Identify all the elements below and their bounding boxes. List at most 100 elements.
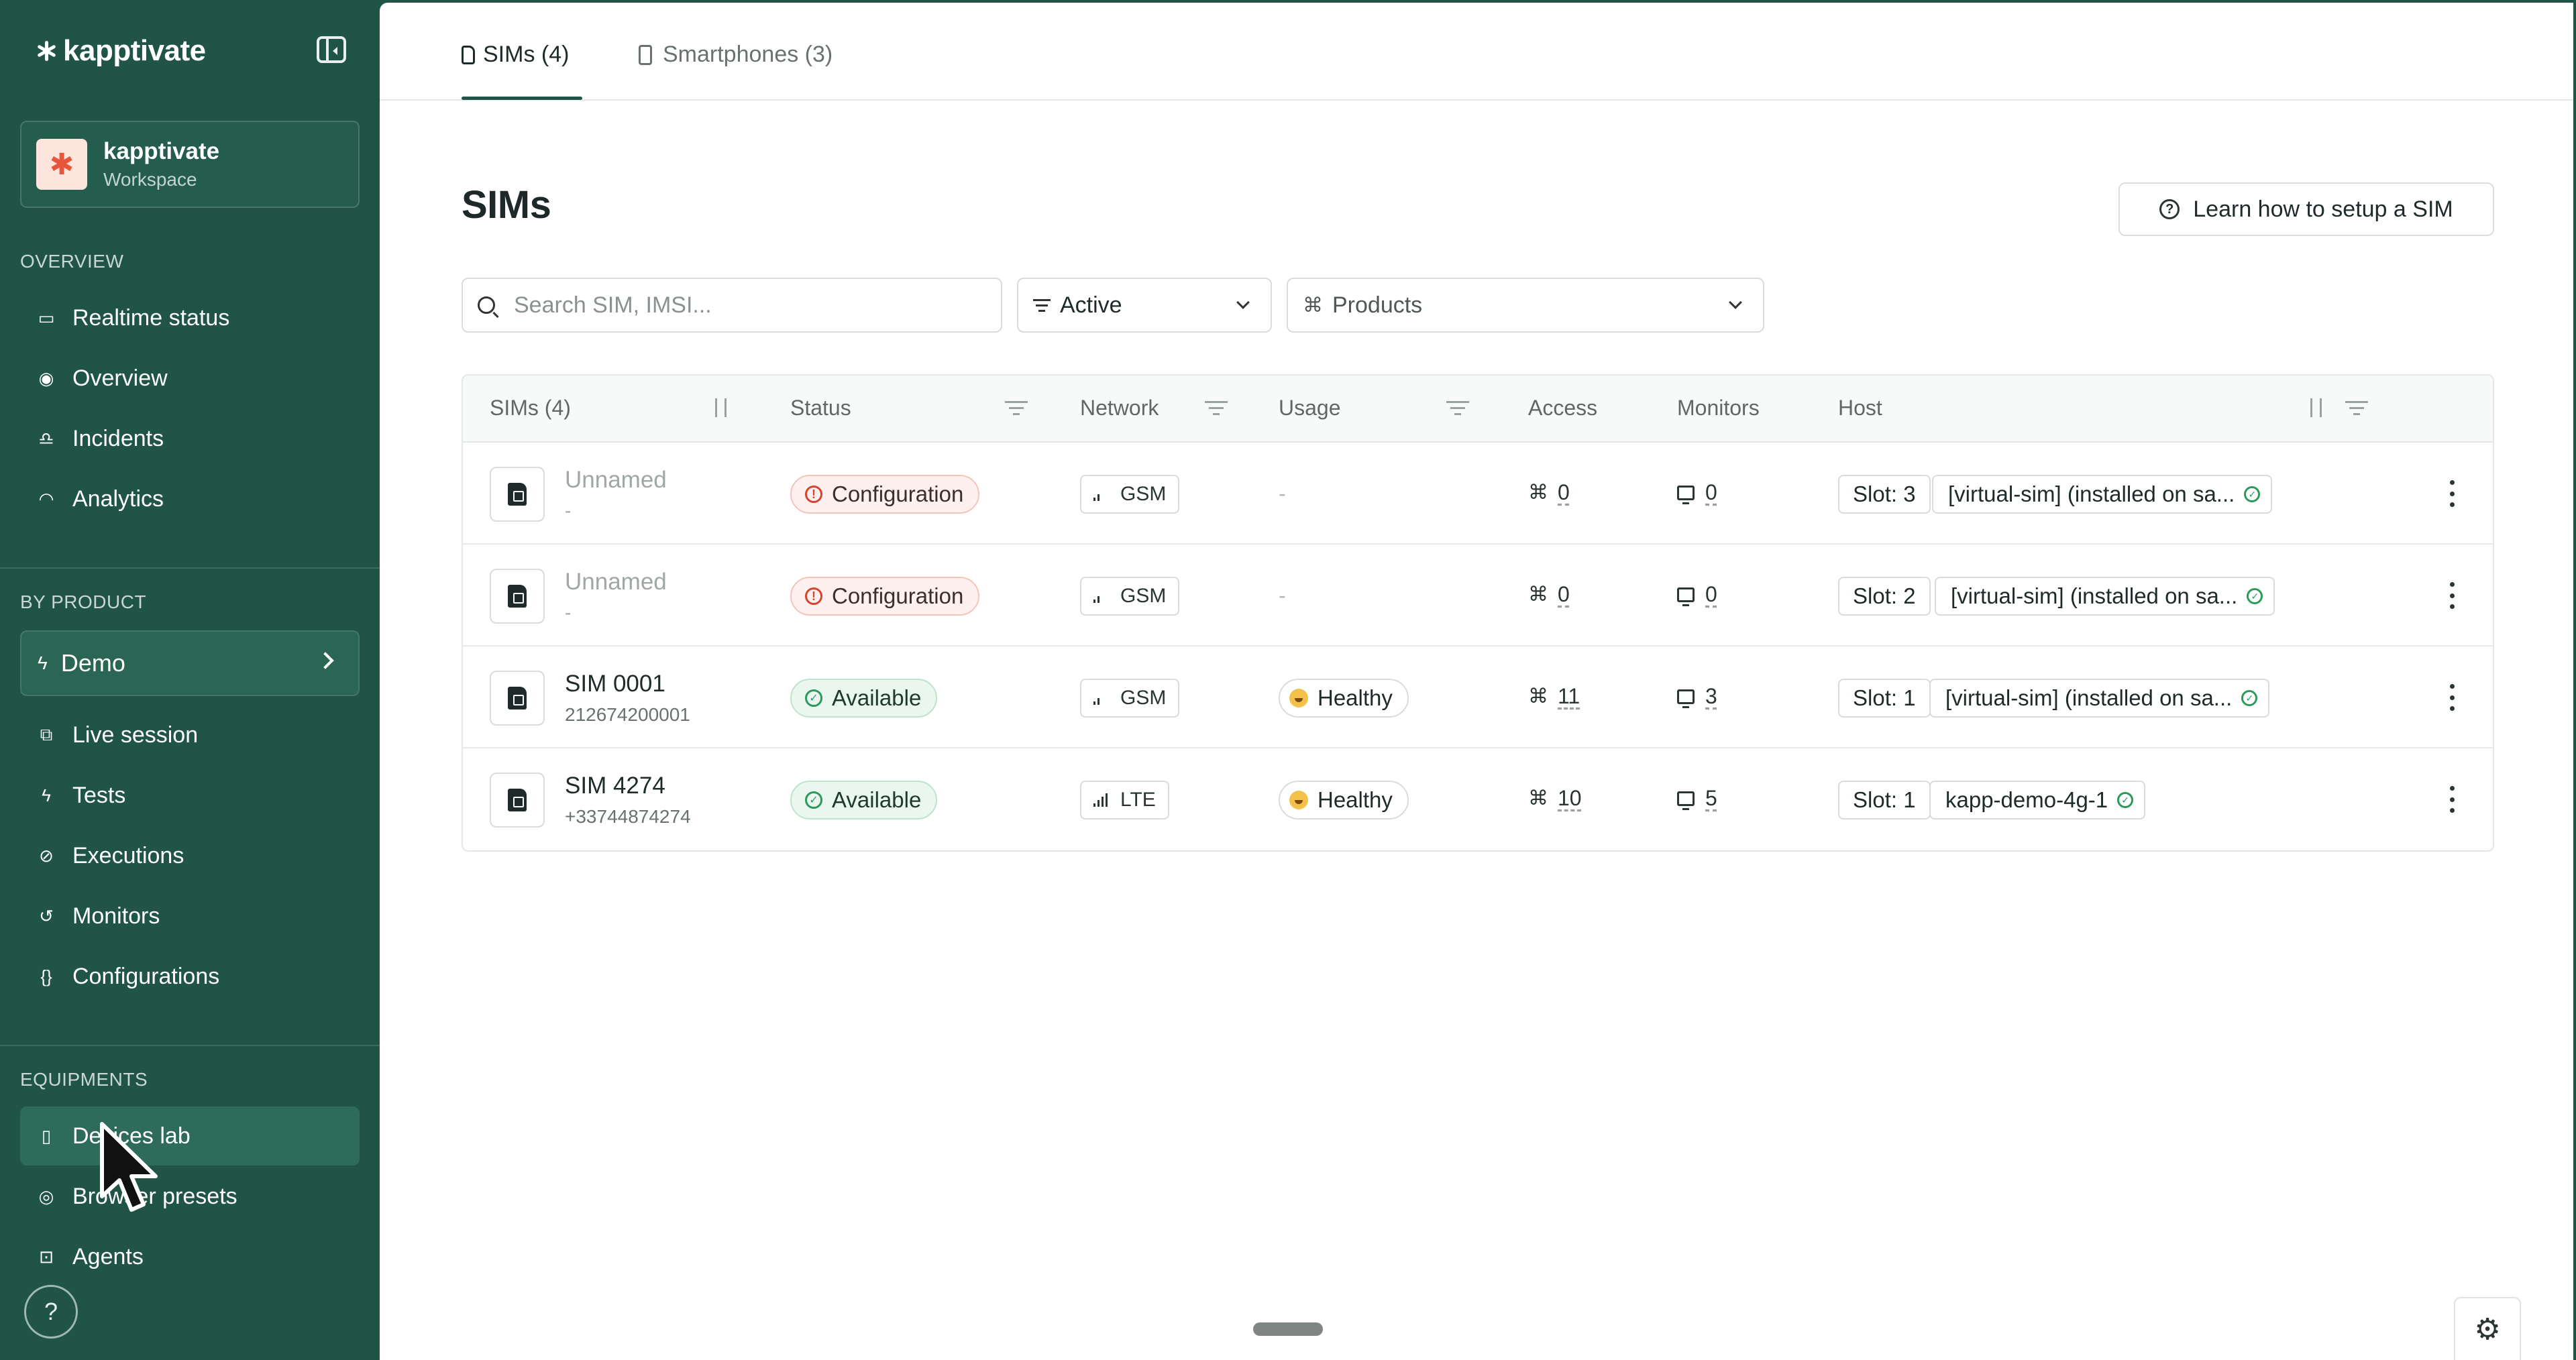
sidebar-item-label: Tests — [72, 782, 126, 808]
access-count[interactable]: ⌘ 0 — [1528, 480, 1570, 505]
workspace-switcher[interactable]: ✱ kapptivate Workspace — [20, 121, 360, 208]
status-label: Configuration — [832, 583, 964, 608]
access-value: 0 — [1558, 480, 1570, 504]
monitors-count[interactable]: 5 — [1677, 786, 1717, 811]
signal-icon — [1093, 589, 1110, 603]
sidebar-divider — [0, 567, 380, 569]
sim-name: Unnamed — [565, 467, 667, 493]
settings-gear-icon[interactable]: ⚙ — [2454, 1297, 2521, 1360]
chevron-down-icon — [1729, 296, 1742, 309]
access-count[interactable]: ⌘ 10 — [1528, 786, 1582, 811]
access-count[interactable]: ⌘ 11 — [1528, 684, 1580, 709]
access-count[interactable]: ⌘ 0 — [1528, 582, 1570, 607]
filter-icon[interactable] — [1005, 401, 1028, 419]
more-options-icon[interactable] — [2449, 684, 2455, 711]
table-row[interactable]: Unnamed - ! Configuration GSM - ⌘ 0 0 Slo… — [463, 443, 2493, 545]
more-options-icon[interactable] — [2449, 480, 2455, 507]
more-options-icon[interactable] — [2449, 786, 2455, 813]
sidebar-item-label: Overview — [72, 365, 168, 391]
active-tab-indicator — [462, 97, 582, 100]
monitor-icon — [1677, 587, 1695, 606]
check-circle-icon: ✓ — [2117, 792, 2134, 808]
sidebar-item-tests[interactable]: ϟ Tests — [20, 766, 360, 825]
search-field[interactable] — [462, 278, 1002, 333]
main-content: SIMs (4) Smartphones (3) SIMs ? Learn ho… — [380, 3, 2573, 1360]
search-input[interactable] — [514, 292, 983, 319]
sidebar-item-incidents[interactable]: ♎ Incidents — [20, 409, 360, 468]
sim-number: - — [565, 602, 572, 623]
gauge-icon: ◠ — [38, 488, 54, 509]
table-row[interactable]: SIM 4274 +33744874274 ✓ Available LTE He… — [463, 748, 2493, 850]
learn-setup-sim-button[interactable]: ? Learn how to setup a SIM — [2118, 182, 2494, 236]
sim-name: SIM 0001 — [565, 671, 665, 697]
monitors-value: 3 — [1705, 684, 1717, 708]
sidebar-divider — [0, 1045, 380, 1046]
table-row[interactable]: SIM 0001 212674200001 ✓ Available GSM He… — [463, 646, 2493, 748]
status-badge: ✓ Available — [790, 679, 938, 718]
bolt-icon: ϟ — [42, 785, 51, 805]
sidebar-item-analytics[interactable]: ◠ Analytics — [20, 469, 360, 528]
sidebar-item-live-session[interactable]: ⧉ Live session — [20, 705, 360, 764]
sidebar-item-agents[interactable]: ⊡ Agents — [20, 1227, 360, 1286]
sidebar-item-devices-lab[interactable]: ▯ Devices lab — [20, 1107, 360, 1166]
sidebar-item-overview[interactable]: ◉ Overview — [20, 349, 360, 408]
table-row[interactable]: Unnamed - ! Configuration GSM - ⌘ 0 0 Slo… — [463, 545, 2493, 646]
network-badge: GSM — [1080, 475, 1180, 514]
tab-label: Smartphones (3) — [663, 42, 833, 67]
status-filter-select[interactable]: Active — [1017, 278, 1272, 333]
command-icon: ⌘ — [1303, 294, 1323, 317]
help-button[interactable]: ? — [24, 1285, 78, 1339]
product-selected-label: Demo — [60, 649, 125, 677]
network-label: GSM — [1120, 687, 1167, 709]
sidebar-item-browser-presets[interactable]: ◎ Browser presets — [20, 1167, 360, 1226]
sidebar-item-label: Agents — [72, 1243, 144, 1269]
column-header-sims[interactable]: SIMs (4) — [490, 396, 571, 420]
sim-card-icon — [490, 569, 545, 624]
tab-sims[interactable]: SIMs (4) — [462, 42, 569, 68]
network-badge: LTE — [1080, 781, 1169, 819]
monitors-count[interactable]: 3 — [1677, 684, 1717, 709]
mouse-cursor-icon — [100, 1122, 158, 1212]
sim-card-icon — [490, 773, 545, 828]
sidebar-item-monitors[interactable]: ↺ Monitors — [20, 887, 360, 946]
host-badge[interactable]: [virtual-sim] (installed on sa... ✓ — [1935, 577, 2275, 616]
check-circle-icon: ✓ — [2247, 588, 2263, 604]
filter-icon[interactable] — [1446, 401, 1469, 419]
host-label: kapp-demo-4g-1 — [1945, 787, 2108, 812]
monitors-value: 0 — [1705, 582, 1717, 606]
column-header-network: Network — [1080, 396, 1159, 420]
network-label: GSM — [1120, 585, 1167, 607]
product-selector[interactable]: ϟ Demo — [20, 630, 360, 696]
sim-card-icon — [490, 467, 545, 522]
tab-label: SIMs (4) — [483, 42, 570, 67]
monitors-count[interactable]: 0 — [1677, 480, 1717, 505]
monitors-count[interactable]: 0 — [1677, 582, 1717, 607]
sort-icon[interactable] — [708, 394, 733, 421]
products-filter-select[interactable]: ⌘ Products — [1287, 278, 1764, 333]
sidebar-item-configurations[interactable]: {} Configurations — [20, 947, 360, 1006]
host-badge[interactable]: kapp-demo-4g-1 ✓ — [1929, 781, 2146, 819]
sidebar-item-realtime-status[interactable]: ▭ Realtime status — [20, 288, 360, 347]
sidebar-item-executions[interactable]: ⊘ Executions — [20, 826, 360, 885]
sort-icon[interactable] — [2304, 394, 2328, 421]
scroll-handle[interactable] — [1253, 1322, 1323, 1336]
collapse-sidebar-icon[interactable] — [317, 36, 346, 63]
column-header-usage: Usage — [1279, 396, 1341, 420]
sim-number: 212674200001 — [565, 704, 690, 725]
workspace-logo-icon: ✱ — [36, 139, 87, 190]
filter-icon[interactable] — [1205, 401, 1228, 419]
more-options-icon[interactable] — [2449, 582, 2455, 609]
network-label: LTE — [1120, 789, 1156, 811]
phone-icon: ▯ — [41, 1125, 52, 1146]
eye-icon: ◉ — [38, 367, 54, 388]
tab-bar: SIMs (4) Smartphones (3) — [380, 3, 2573, 101]
host-badge[interactable]: [virtual-sim] (installed on sa... ✓ — [1929, 679, 2270, 718]
host-badge[interactable]: [virtual-sim] (installed on sa... ✓ — [1932, 475, 2273, 514]
filter-icon[interactable] — [2345, 401, 2368, 419]
brand-logo[interactable]: kapptivate — [35, 32, 206, 70]
monitor-icon: ▭ — [38, 307, 55, 328]
access-value: 0 — [1558, 582, 1570, 606]
check-circle-icon: ✓ — [2244, 486, 2261, 502]
tab-smartphones[interactable]: Smartphones (3) — [639, 42, 833, 68]
usage-badge: Healthy — [1279, 679, 1409, 718]
